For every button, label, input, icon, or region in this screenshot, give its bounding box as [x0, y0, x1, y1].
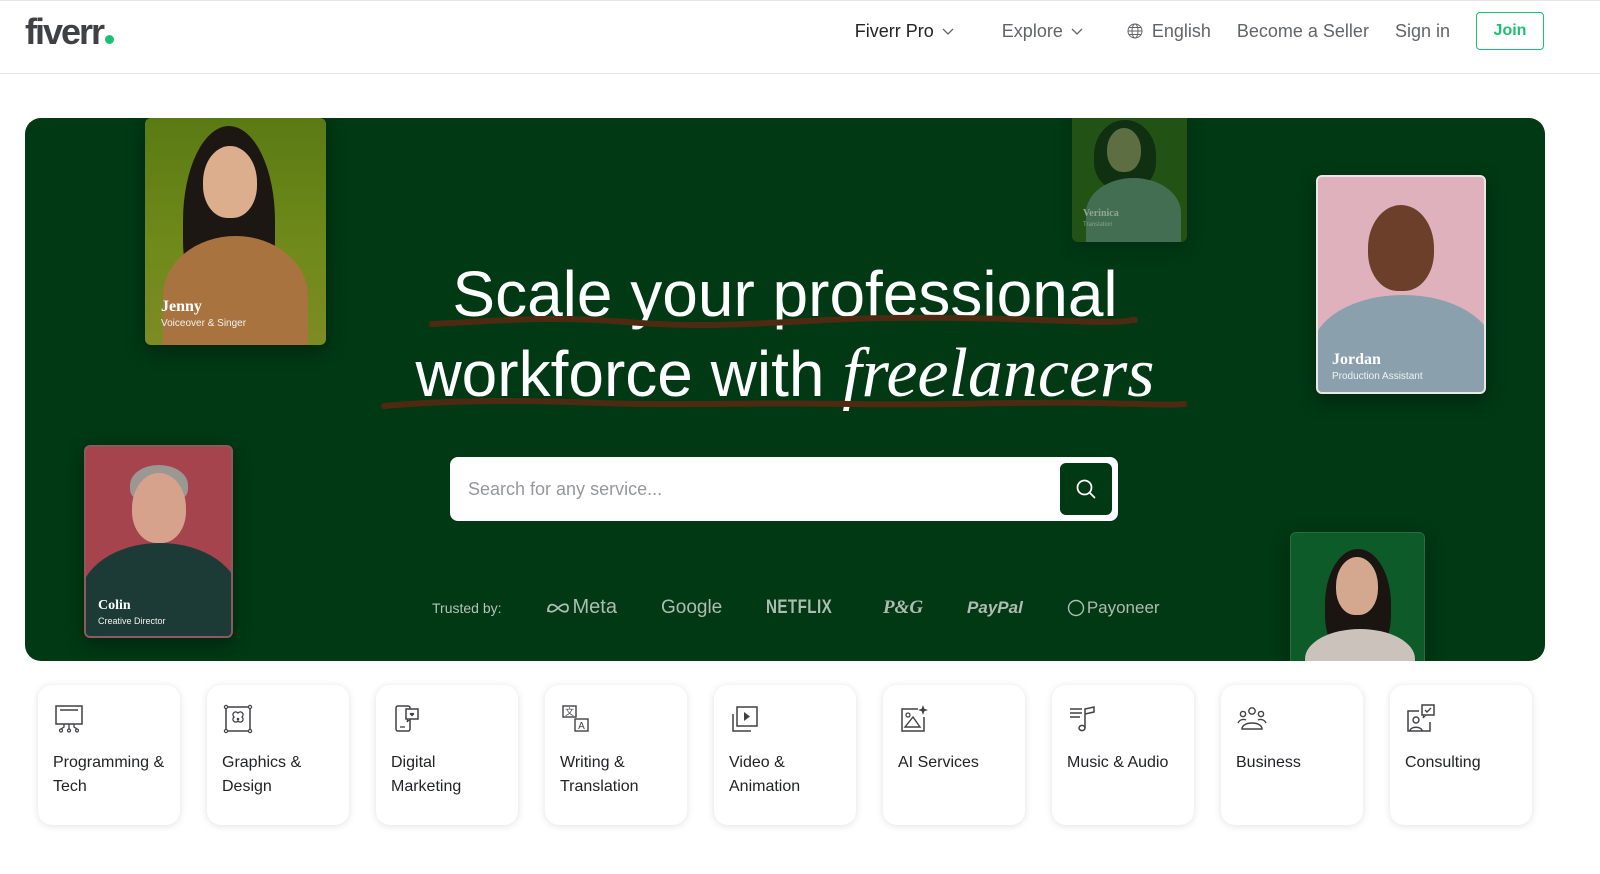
chevron-down-icon [1071, 28, 1083, 35]
category-label: Programming & Tech [53, 754, 165, 795]
category-label: Digital Marketing [391, 754, 462, 795]
category-label: AI Services [898, 754, 979, 771]
head-shape [132, 473, 186, 543]
freelancer-name: Colin [98, 598, 131, 613]
svg-text:A: A [578, 721, 585, 732]
category-writing-translation[interactable]: 文A Writing & Translation [545, 685, 687, 825]
chevron-down-icon [942, 28, 954, 35]
brand-logo-netflix: NETFLIX [766, 596, 833, 618]
category-video-animation[interactable]: Video & Animation [714, 685, 856, 825]
category-programming-tech[interactable]: Programming & Tech [38, 685, 180, 825]
head-shape [1336, 557, 1378, 615]
brand-name: Meta [572, 596, 617, 618]
nav-fiverr-pro[interactable]: Fiverr Pro [855, 21, 954, 42]
nav-fiverr-pro-label: Fiverr Pro [854, 20, 934, 41]
join-button[interactable]: Join [1476, 12, 1544, 50]
phone-heart-icon [395, 705, 419, 732]
category-digital-marketing[interactable]: Digital Marketing [376, 685, 518, 825]
people-group-icon [1237, 707, 1267, 730]
headline-underline-1 [429, 314, 1138, 329]
brand-logo-meta: Meta [546, 596, 617, 619]
trusted-by-label: Trusted by: [432, 599, 502, 616]
logo-text: fiverr [25, 11, 105, 52]
video-play-icon [732, 706, 758, 732]
trusted-by-row: Trusted by: Meta Google NETFLIX P&G PayP… [432, 596, 1160, 619]
translate-icon: 文A [562, 705, 589, 732]
category-business[interactable]: Business [1221, 685, 1363, 825]
logo-dot [105, 35, 115, 44]
monitor-circuit-icon [55, 705, 83, 733]
music-note-icon [1070, 706, 1095, 732]
category-label: Graphics & Design [222, 754, 302, 795]
category-label: Business [1236, 754, 1301, 771]
brand-name: Payoneer [1086, 597, 1160, 617]
category-music-audio[interactable]: Music & Audio [1052, 685, 1194, 825]
category-label: Music & Audio [1067, 754, 1169, 771]
body-shape [1305, 629, 1415, 661]
search-input[interactable] [468, 457, 1048, 521]
ai-image-sparkle-icon [901, 705, 928, 732]
nav-language[interactable]: English [1127, 21, 1211, 42]
category-cards: Programming & Tech Graphics & Design Dig… [38, 685, 1532, 825]
main-nav: Fiverr Pro Explore English Become a Sell… [855, 11, 1544, 51]
freelancer-name: Verinica [1083, 208, 1119, 219]
head-shape [203, 146, 257, 218]
category-label: Consulting [1405, 754, 1481, 771]
category-consulting[interactable]: Consulting [1390, 685, 1532, 825]
freelancer-role: Creative Director [98, 616, 166, 626]
head-shape [1107, 128, 1141, 172]
brand-logo-pg: P&G [882, 596, 924, 618]
freelancer-card-verinica: Verinica Translation [1072, 118, 1187, 242]
svg-text:文: 文 [565, 706, 574, 718]
nav-sign-in[interactable]: Sign in [1395, 21, 1450, 42]
category-label: Writing & Translation [560, 754, 639, 795]
brand-logo-paypal: PayPal [967, 597, 1023, 617]
fiverr-logo[interactable]: fiverr [25, 11, 115, 53]
category-ai-services[interactable]: AI Services [883, 685, 1025, 825]
hero-banner: Jenny Voiceover & Singer Verinica Transl… [25, 118, 1545, 661]
search-button[interactable] [1060, 463, 1112, 515]
nav-explore-label: Explore [1001, 20, 1063, 41]
vector-shape-icon [223, 704, 253, 734]
meta-infinity-icon [546, 602, 569, 613]
consultant-chat-icon [1407, 704, 1435, 732]
category-graphics-design[interactable]: Graphics & Design [207, 685, 349, 825]
search-bar [450, 457, 1118, 521]
brand-logo-payoneer: Payoneer [1067, 598, 1160, 618]
brand-logo-google: Google [660, 596, 723, 618]
nav-become-seller[interactable]: Become a Seller [1237, 21, 1369, 42]
nav-explore[interactable]: Explore [1002, 21, 1083, 42]
top-header: fiverr Fiverr Pro Explore English Become… [0, 0, 1600, 74]
headline-underline-2 [381, 398, 1187, 409]
freelancer-card-unnamed [1290, 532, 1425, 661]
payoneer-circle-icon [1067, 599, 1085, 616]
freelancer-role: Translation [1083, 222, 1113, 228]
nav-language-label: English [1151, 20, 1211, 41]
freelancer-card-colin: Colin Creative Director [84, 445, 233, 638]
category-label: Video & Animation [729, 754, 801, 795]
search-icon [1076, 479, 1096, 499]
globe-icon [1127, 23, 1143, 39]
